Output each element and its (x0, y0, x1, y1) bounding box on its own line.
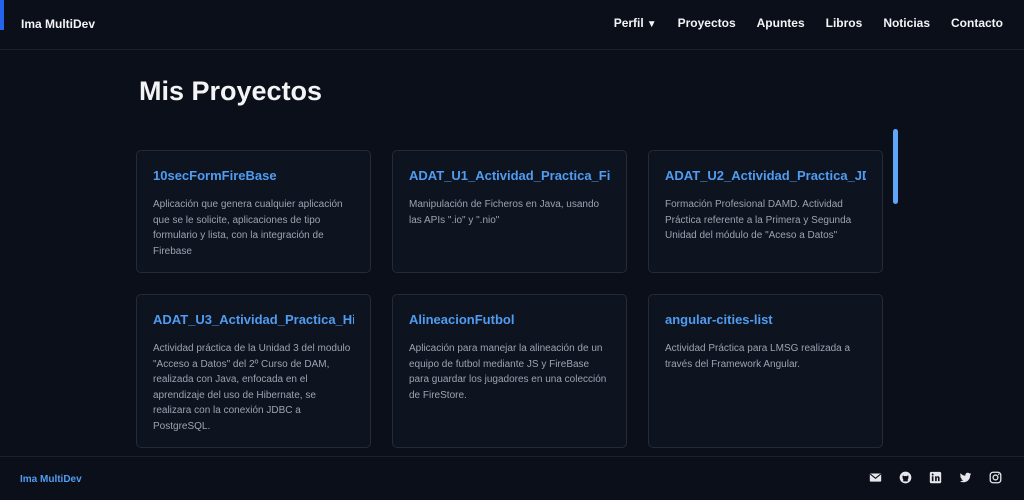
nav-perfil-label: Perfil (613, 16, 644, 30)
nav-libros[interactable]: Libros (826, 16, 863, 30)
nav-perfil[interactable]: Perfil ▼ (614, 16, 657, 30)
project-title-link[interactable]: ADAT_U1_Actividad_Practica_File_Manager (409, 168, 610, 183)
project-description: Aplicación para manejar la alineación de… (409, 343, 607, 401)
project-description: Aplicación que genera cualquier aplicaci… (153, 199, 343, 257)
footer-brand[interactable]: Ima MultiDev (20, 474, 82, 485)
project-card: AlineacionFutbol Aplicación para manejar… (392, 294, 627, 448)
project-title-link[interactable]: angular-cities-list (665, 312, 866, 327)
nav-noticias[interactable]: Noticias (883, 16, 930, 30)
project-description: Actividad práctica de la Unidad 3 del mo… (153, 343, 351, 432)
mail-icon[interactable] (869, 471, 882, 484)
nav-contacto[interactable]: Contacto (951, 16, 1003, 30)
social-links (852, 471, 1002, 484)
project-card: ADAT_U2_Actividad_Practica_JDBC Formació… (648, 150, 883, 273)
main-nav: Perfil ▼ Proyectos Apuntes Libros Noticia… (593, 16, 1003, 30)
project-title-link[interactable]: ADAT_U3_Actividad_Practica_Hibernate (153, 312, 354, 327)
project-description: Manipulación de Ficheros en Java, usando… (409, 199, 600, 226)
nav-apuntes[interactable]: Apuntes (757, 16, 805, 30)
nav-proyectos[interactable]: Proyectos (678, 16, 736, 30)
project-card: angular-cities-list Actividad Práctica p… (648, 294, 883, 448)
instagram-icon[interactable] (989, 471, 1002, 484)
top-navbar: Ima MultiDev Perfil ▼ Proyectos Apuntes L… (0, 0, 1024, 50)
project-title-link[interactable]: ADAT_U2_Actividad_Practica_JDBC (665, 168, 866, 183)
project-description: Actividad Práctica para LMSG realizada a… (665, 343, 851, 370)
page-title: Mis Proyectos (139, 76, 323, 106)
accent-strip (0, 0, 4, 30)
twitter-icon[interactable] (959, 471, 972, 484)
project-title-link[interactable]: 10secFormFireBase (153, 168, 354, 183)
project-title-link[interactable]: AlineacionFutbol (409, 312, 610, 327)
caret-down-icon: ▼ (646, 19, 657, 30)
project-card: ADAT_U1_Actividad_Practica_File_Manager … (392, 150, 627, 273)
footer: Ima MultiDev (0, 456, 1024, 500)
scrollbar-thumb[interactable] (893, 129, 898, 204)
project-card: 10secFormFireBase Aplicación que genera … (136, 150, 371, 273)
github-icon[interactable] (899, 471, 912, 484)
project-description: Formación Profesional DAMD. Actividad Pr… (665, 199, 852, 241)
linkedin-icon[interactable] (929, 471, 942, 484)
brand-logo[interactable]: Ima MultiDev (21, 17, 95, 31)
project-card: ADAT_U3_Actividad_Practica_Hibernate Act… (136, 294, 371, 448)
